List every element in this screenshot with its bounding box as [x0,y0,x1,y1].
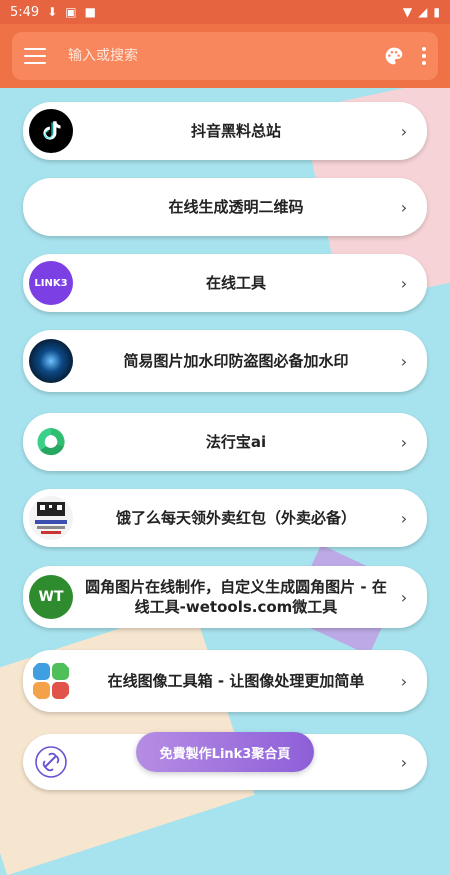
wt-logo-icon: WT [29,575,73,619]
list-item[interactable]: WT 圆角图片在线制作，自定义生成圆角图片 - 在线工具-wetools.com… [23,566,427,628]
qr-thumbnail-icon [29,496,73,540]
list-item[interactable]: LINK3 在线工具 › [23,254,427,312]
item-label: 简易图片加水印防盗图必备加水印 [123,352,349,370]
tiktok-logo-icon [29,109,73,153]
chevron-right-icon: › [400,587,408,607]
create-link3-page-button[interactable]: 免費製作Link3聚合頁 [136,732,314,772]
chevron-right-icon: › [400,432,408,452]
globe-logo-icon [29,339,73,383]
image-toolbox-logo-icon [29,659,73,703]
chevron-right-icon: › [400,671,408,691]
link3-logo-text: LINK3 [34,277,68,289]
item-label: 饿了么每天领外卖红包（外卖必备） [115,509,356,527]
chevron-right-icon: › [400,197,408,217]
item-label: 圆角图片在线制作，自定义生成圆角图片 - 在线工具-wetools.com微工具 [85,578,387,616]
list-item[interactable]: 饿了么每天领外卖红包（外卖必备） › [23,489,427,547]
item-label: 法行宝ai [205,433,267,451]
chevron-right-icon: › [400,508,408,528]
item-label: 抖音黑料总站 [190,122,281,140]
chevron-right-icon: › [400,121,408,141]
link-logo-icon [29,740,73,784]
item-label: 在线图像工具箱 - 让图像处理更加简单 [107,672,365,690]
chevron-right-icon: › [400,752,408,772]
item-label: 在线生成透明二维码 [168,198,304,216]
chevron-right-icon: › [400,351,408,371]
link-list: 抖音黑料总站 › 在线生成透明二维码 › LINK3 在线工具 › 简易图片加水… [0,0,450,800]
wt-logo-text: WT [38,589,64,605]
list-item[interactable]: 简易图片加水印防盗图必备加水印 › [23,330,427,392]
empty-logo [29,185,73,229]
green-swirl-logo-icon [29,420,73,464]
list-item[interactable]: 在线图像工具箱 - 让图像处理更加简单 › [23,650,427,712]
list-item[interactable]: 在线生成透明二维码 › [23,178,427,236]
chevron-right-icon: › [400,273,408,293]
item-label: 在线工具 [205,274,266,292]
link3-logo-icon: LINK3 [29,261,73,305]
list-item[interactable]: 抖音黑料总站 › [23,102,427,160]
list-item[interactable]: 法行宝ai › [23,413,427,471]
